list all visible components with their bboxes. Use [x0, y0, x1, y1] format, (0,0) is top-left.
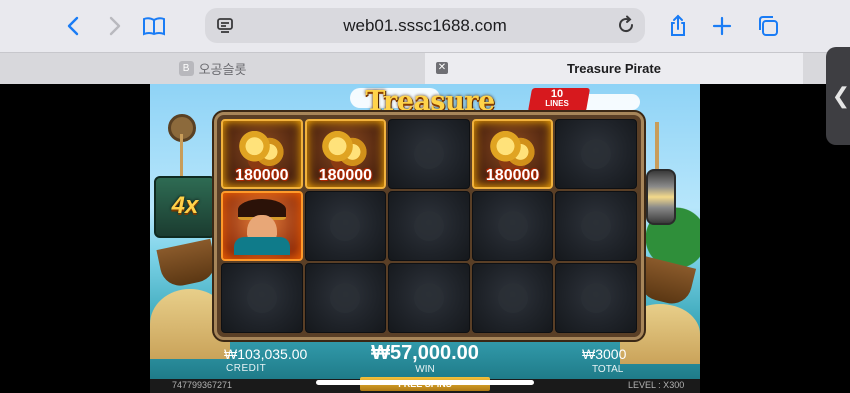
- tab-label: 오공슬롯: [198, 62, 247, 77]
- empty-reel-cell: [304, 191, 387, 261]
- gold-coin-symbol: 180000: [471, 119, 554, 189]
- skull-icon: [413, 139, 444, 169]
- skull-icon: [330, 283, 361, 313]
- multiplier-panel: 4x: [154, 176, 216, 238]
- win-value: ₩57,000.00: [371, 342, 479, 364]
- forward-icon[interactable]: [98, 10, 130, 42]
- pirate-coat-icon: [233, 237, 290, 255]
- empty-reel-cell: [221, 263, 303, 333]
- empty-reel-cell: [555, 119, 637, 189]
- address-bar[interactable]: web01.sssc1688.com: [205, 8, 645, 43]
- skull-icon: [581, 211, 612, 241]
- skull-icon: [246, 283, 277, 313]
- new-tab-icon[interactable]: [706, 10, 738, 42]
- tab-favicon: B: [178, 61, 194, 76]
- bookmarks-icon[interactable]: [138, 10, 170, 42]
- gold-coins-icon: [320, 131, 371, 169]
- total-bet-label: TOTAL: [592, 364, 624, 375]
- reel-frame: 180000 180000 180000: [214, 112, 644, 340]
- close-tab-icon[interactable]: ✕: [436, 62, 448, 74]
- multiplier-value: 4x: [171, 192, 199, 219]
- pirate-symbol: [221, 191, 303, 261]
- tabs-icon[interactable]: [752, 10, 784, 42]
- empty-reel-cell: [555, 191, 637, 261]
- empty-reel-cell: [388, 119, 470, 189]
- skull-icon: [413, 211, 444, 241]
- gold-coin-symbol: 180000: [221, 119, 303, 189]
- empty-reel-cell: [471, 263, 554, 333]
- skull-icon: [497, 211, 528, 241]
- skull-icon: [413, 283, 444, 313]
- symbol-value: 180000: [318, 167, 373, 184]
- shipwreck-left: [156, 238, 219, 290]
- gold-coin-symbol: 180000: [304, 119, 387, 189]
- empty-reel-cell: [471, 191, 554, 261]
- tab-treasure-pirate[interactable]: ✕ Treasure Pirate: [425, 53, 803, 84]
- win-label: WIN: [415, 364, 435, 375]
- empty-reel-cell: [555, 263, 637, 333]
- tab-label: Treasure Pirate: [567, 61, 661, 76]
- lines-badge: 10 LINES: [534, 88, 580, 109]
- reel-grid: 180000 180000 180000: [221, 119, 637, 333]
- session-id: 747799367271: [172, 380, 233, 390]
- tab-bar: B 오공슬롯 ✕ Treasure Pirate: [0, 52, 850, 84]
- level-indicator: LEVEL : X300: [628, 380, 685, 390]
- reload-icon[interactable]: [615, 14, 637, 36]
- lantern-icon: [646, 169, 676, 225]
- slot-game-canvas[interactable]: 4x Treasure Pirate 10 LINES 180000180000…: [150, 84, 700, 393]
- total-bet-value: ₩3000: [582, 346, 627, 362]
- empty-reel-cell: [388, 191, 470, 261]
- chevron-left-icon: ❮: [831, 83, 850, 108]
- empty-reel-cell: [388, 263, 470, 333]
- skull-icon: [497, 283, 528, 313]
- rope: [655, 122, 659, 172]
- credit-value: ₩103,035.00: [224, 346, 308, 362]
- skull-icon: [330, 211, 361, 241]
- skull-icon: [581, 139, 612, 169]
- skull-icon: [581, 283, 612, 313]
- share-icon[interactable]: [662, 10, 694, 42]
- symbol-value: 180000: [485, 167, 540, 184]
- empty-reel-cell: [304, 263, 387, 333]
- side-panel-handle[interactable]: ❮: [826, 47, 850, 145]
- url-text: web01.sssc1688.com: [343, 16, 507, 35]
- symbol-value: 180000: [235, 167, 289, 184]
- home-indicator[interactable]: [316, 380, 534, 385]
- rope: [180, 134, 183, 179]
- back-icon[interactable]: [58, 10, 90, 42]
- gold-coins-icon: [236, 131, 287, 169]
- lines-number: 10: [550, 88, 564, 100]
- gold-coins-icon: [487, 131, 538, 169]
- browser-toolbar: web01.sssc1688.com: [0, 0, 850, 52]
- lines-label: LINES: [545, 99, 569, 108]
- tab-ogong-slot[interactable]: B 오공슬롯: [0, 53, 425, 84]
- credit-label: CREDIT: [226, 363, 267, 374]
